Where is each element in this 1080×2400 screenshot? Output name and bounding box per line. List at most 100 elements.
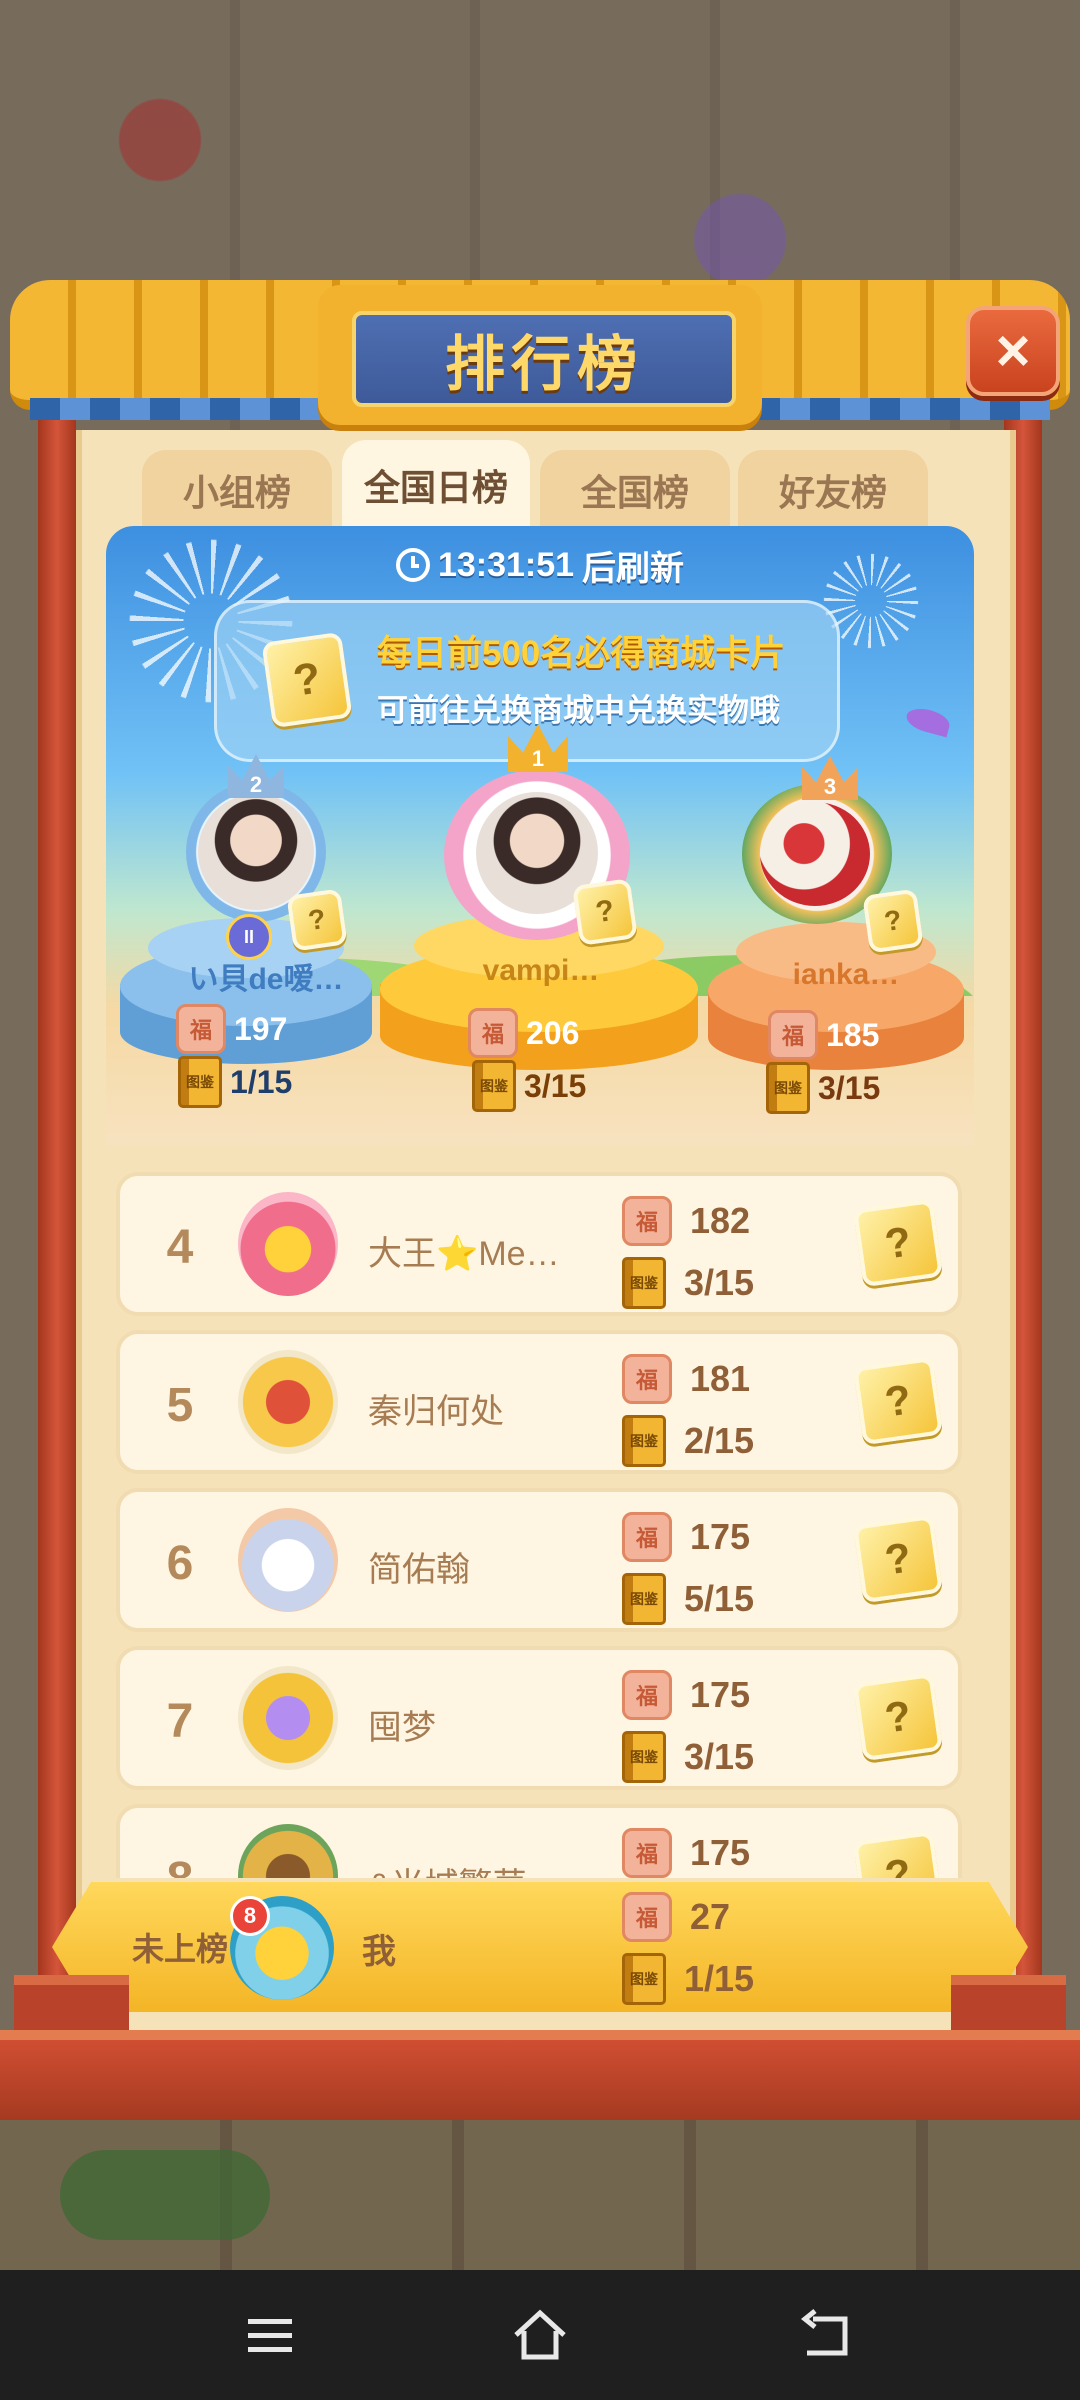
mystery-card-icon[interactable]: ? [852, 1672, 944, 1762]
avatar-rank-3[interactable] [760, 802, 870, 906]
my-stats: 福 27 图鉴 1/15 [622, 1886, 754, 2010]
row-rank: 8 [150, 1852, 210, 1878]
frame-pillar-left [38, 400, 76, 2040]
mystery-card-icon: ? [572, 878, 638, 946]
podium-cards-2: 图鉴 1/15 [178, 1056, 292, 1108]
podium-fu-1: 福 206 [468, 1008, 579, 1058]
banner-subtitle: 可前往兑换商城中兑换实物哦 [377, 693, 780, 728]
row-name: 大王⭐Me… [368, 1235, 560, 1273]
row-fu: 182 [690, 1200, 751, 1241]
collection-book-icon: 图鉴 [622, 1731, 666, 1783]
podium-fu-3: 福 185 [768, 1010, 879, 1060]
ranking-row[interactable]: 5 秦归何处 福 181 图鉴 2/15 ? [116, 1330, 962, 1474]
row-stats: 福 181 图鉴 2/15 [622, 1348, 754, 1472]
mystery-card-icon[interactable]: ? [852, 1830, 944, 1878]
mystery-card-icon: ? [862, 888, 924, 954]
row-rank: 4 [166, 1221, 194, 1274]
fu-icon: 福 [622, 1196, 672, 1246]
podium-name-1: vampi… [482, 954, 600, 987]
ranking-row[interactable]: 8 &光城繁華 福 175 ? [116, 1804, 962, 1878]
tab-label: 好友榜 [778, 472, 887, 513]
row-name: 囤梦 [368, 1709, 436, 1747]
tab-label: 全国榜 [580, 472, 689, 513]
row-rank: 6 [166, 1537, 194, 1590]
row-avatar [238, 1824, 338, 1878]
row-avatar [238, 1508, 338, 1612]
ranking-row[interactable]: 6 简佑翰 福 175 图鉴 5/15 ? [116, 1488, 962, 1632]
row-stats: 福 175 图鉴 3/15 [622, 1664, 754, 1788]
row-name: 秦归何处 [368, 1393, 504, 1431]
collection-book-icon: 图鉴 [622, 1953, 666, 2005]
fu-icon: 福 [622, 1670, 672, 1720]
row-fu: 181 [690, 1358, 751, 1399]
background-green-button [60, 2150, 270, 2240]
collection-book-icon: 图鉴 [178, 1056, 222, 1108]
row-stats: 福 175 图鉴 5/15 [622, 1506, 754, 1630]
fu-icon: 福 [622, 1354, 672, 1404]
podium-cards-3: 图鉴 3/15 [766, 1062, 880, 1114]
page-title: 排行榜 [445, 330, 643, 398]
row-rank: 7 [166, 1695, 194, 1748]
row-name: &光城繁華 [368, 1858, 588, 1878]
mystery-card-icon: ? [286, 888, 348, 952]
row-fu: 175 [690, 1832, 751, 1873]
close-icon: × [995, 317, 1031, 384]
row-avatar [238, 1666, 338, 1770]
title-plaque: 排行榜 [318, 285, 762, 425]
tab-label: 小组榜 [182, 472, 291, 513]
timer-suffix: 后刷新 [582, 549, 685, 588]
row-cards: 3/15 [684, 1736, 755, 1777]
fu-icon: 福 [768, 1010, 818, 1060]
row-fu: 175 [690, 1674, 751, 1715]
top-three-section: 13:31:51 后刷新 ? 每日前500名必得商城卡片 可前往兑换商城中兑换实… [106, 526, 974, 1146]
fu-icon: 福 [622, 1892, 672, 1942]
tab-friends[interactable]: 好友榜 [738, 450, 928, 530]
row-rank: 5 [166, 1379, 194, 1432]
reward-banner: ? 每日前500名必得商城卡片 可前往兑换商城中兑换实物哦 [214, 600, 840, 762]
menu-icon[interactable] [240, 2305, 300, 2365]
tab-group[interactable]: 小组榜 [142, 450, 332, 530]
confetti-decoration [903, 704, 953, 738]
mystery-card-icon: ? [261, 631, 353, 729]
banner-title: 每日前500名必得商城卡片 [377, 634, 786, 673]
frame-base [0, 2030, 1080, 2120]
ranking-row[interactable]: 4 大王⭐Me… 福 182 图鉴 3/15 ? [116, 1172, 962, 1316]
ranking-list[interactable]: 4 大王⭐Me… 福 182 图鉴 3/15 ? 5 秦归何处 福 181 图鉴 2/1… [106, 1146, 974, 1878]
fu-icon: 福 [468, 1008, 518, 1058]
podium-name-3: ianka… [792, 958, 900, 991]
avatar-rank-2[interactable] [198, 794, 314, 910]
mystery-card-icon[interactable]: ? [852, 1198, 944, 1288]
tab-label: 全国日榜 [363, 467, 508, 508]
clock-icon [395, 548, 430, 582]
tab-national[interactable]: 全国榜 [540, 450, 730, 530]
back-icon[interactable] [795, 2305, 855, 2365]
row-stats: 福 175 [622, 1822, 750, 1878]
row-name: 简佑翰 [368, 1551, 470, 1589]
row-cards: 5/15 [684, 1578, 755, 1619]
row-cards: 2/15 [684, 1420, 755, 1461]
collection-book-icon: 图鉴 [472, 1060, 516, 1112]
collection-book-icon: 图鉴 [622, 1257, 666, 1309]
collection-book-icon: 图鉴 [622, 1415, 666, 1467]
mystery-card-icon[interactable]: ? [852, 1356, 944, 1446]
refresh-timer: 13:31:51 后刷新 [106, 540, 974, 590]
row-avatar [238, 1192, 338, 1296]
my-ranking-bar[interactable]: 未上榜 8 我 福 27 图鉴 1/15 [52, 1882, 1028, 2012]
podium-name-2: い貝de嗳… [188, 963, 344, 996]
title-inner: 排行榜 [352, 311, 736, 407]
my-rank-status: 未上榜 [132, 1931, 229, 1967]
fu-icon: 福 [622, 1512, 672, 1562]
collection-book-icon: 图鉴 [622, 1573, 666, 1625]
my-level-badge: 8 [230, 1896, 270, 1936]
mystery-card-icon[interactable]: ? [852, 1514, 944, 1604]
ranking-row[interactable]: 7 囤梦 福 175 图鉴 3/15 ? [116, 1646, 962, 1790]
row-fu: 175 [690, 1516, 751, 1557]
close-button[interactable]: × [966, 306, 1060, 396]
fu-icon: 福 [622, 1828, 672, 1878]
tab-national-daily[interactable]: 全国日榜 [342, 440, 530, 530]
row-stats: 福 182 图鉴 3/15 [622, 1190, 754, 1314]
timer-value: 13:31:51 [437, 545, 575, 584]
my-avatar: 8 [230, 1896, 334, 2000]
home-icon[interactable] [510, 2305, 570, 2365]
podium-cards-1: 图鉴 3/15 [472, 1060, 586, 1112]
